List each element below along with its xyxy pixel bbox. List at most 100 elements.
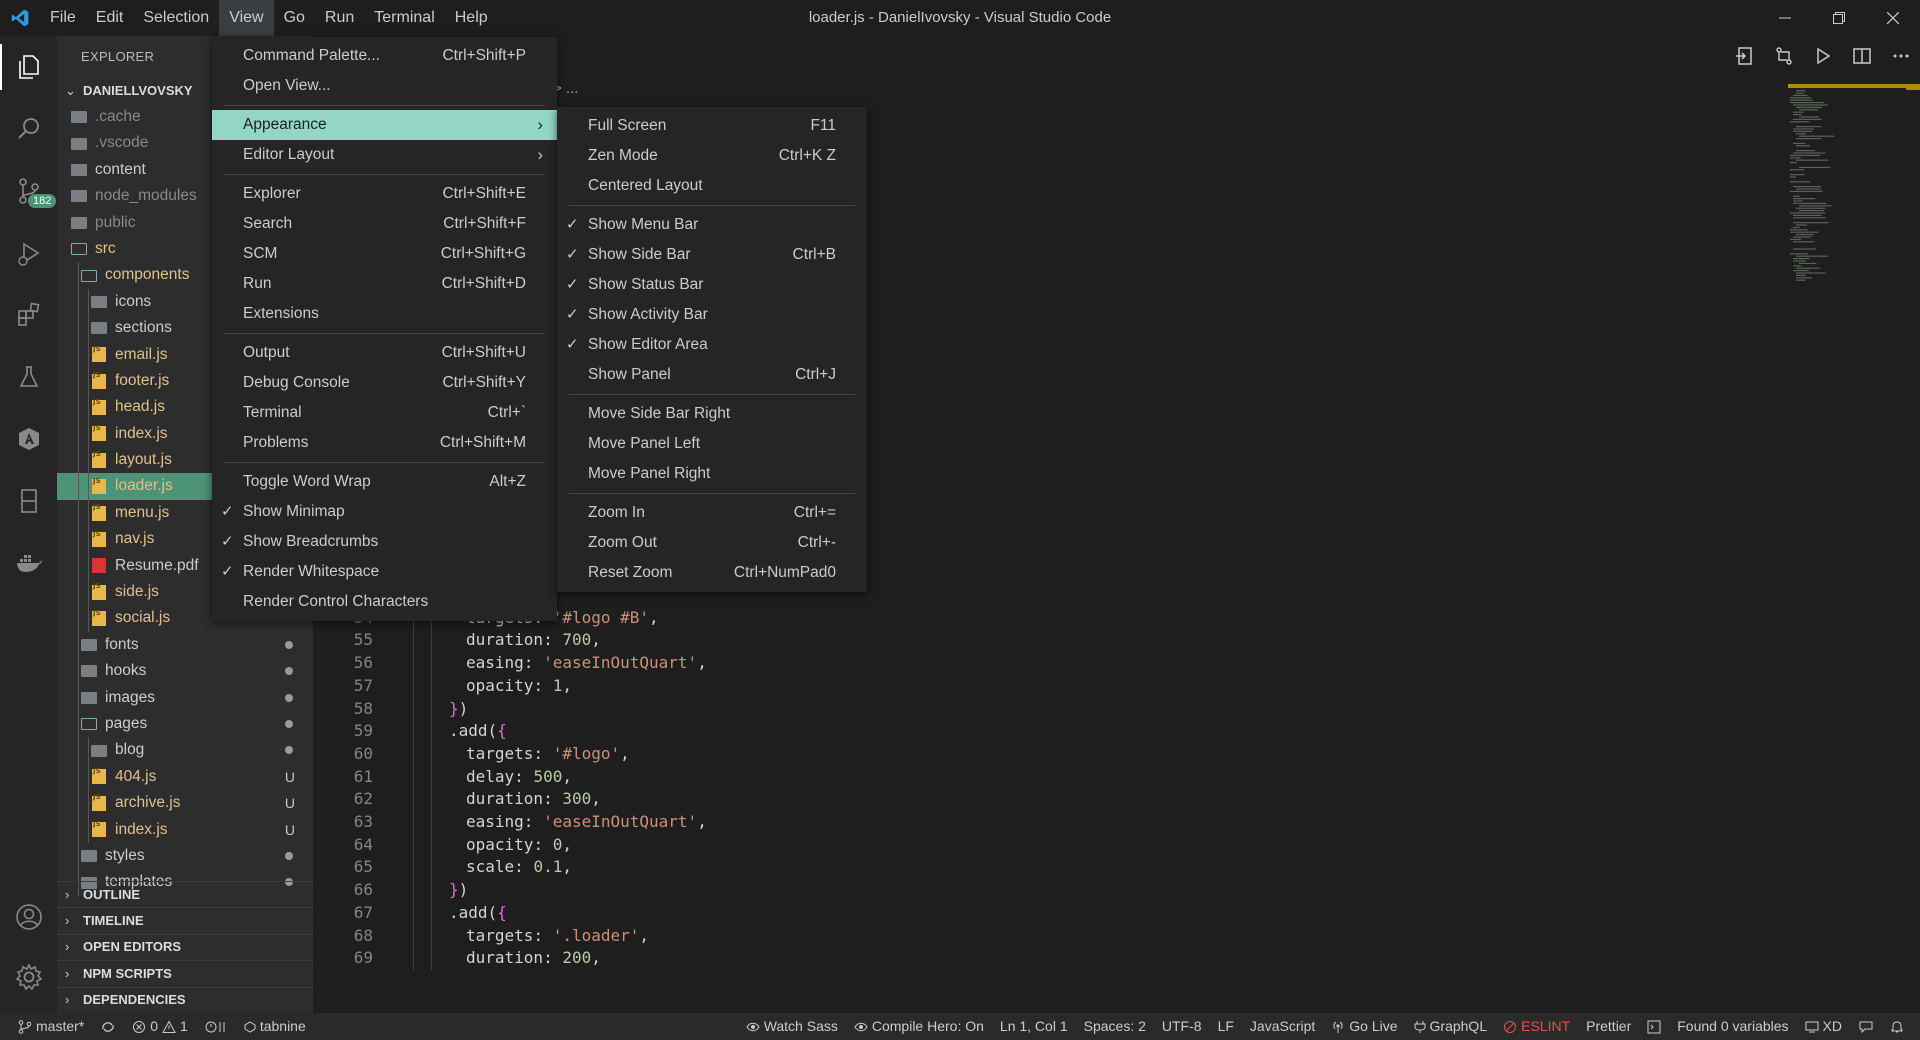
close-button[interactable] xyxy=(1866,0,1920,36)
appearance-item-show-side-bar[interactable]: ✓ Show Side Bar Ctrl+B xyxy=(557,240,867,270)
git-branch[interactable]: master* xyxy=(10,1013,92,1040)
appearance-item-reset-zoom[interactable]: Reset Zoom Ctrl+NumPad0 xyxy=(557,558,867,588)
view-menu-item-command-palette[interactable]: Command Palette... Ctrl+Shift+P xyxy=(212,41,557,71)
tabnine-status[interactable]: tabnine xyxy=(236,1013,314,1040)
accounts-icon[interactable] xyxy=(0,886,57,948)
chevron-right-icon: › xyxy=(65,992,70,1008)
encoding[interactable]: UTF-8 xyxy=(1154,1013,1210,1040)
appearance-item-show-editor-area[interactable]: ✓ Show Editor Area xyxy=(557,330,867,360)
compare-changes-icon[interactable] xyxy=(1764,36,1803,76)
view-menu-item-toggle-word-wrap[interactable]: Toggle Word Wrap Alt+Z xyxy=(212,467,557,497)
appearance-item-move-panel-right[interactable]: Move Panel Right xyxy=(557,459,867,489)
prettier[interactable]: Prettier xyxy=(1578,1013,1639,1040)
menu-selection[interactable]: Selection xyxy=(133,0,219,36)
appearance-item-show-activity-bar[interactable]: ✓ Show Activity Bar xyxy=(557,300,867,330)
view-menu-item-scm[interactable]: SCM Ctrl+Shift+G xyxy=(212,239,557,269)
view-menu-item-output[interactable]: Output Ctrl+Shift+U xyxy=(212,338,557,368)
appearance-item-show-status-bar[interactable]: ✓ Show Status Bar xyxy=(557,270,867,300)
explorer-icon[interactable] xyxy=(0,36,57,98)
feedback-icon[interactable] xyxy=(1850,1013,1882,1040)
section-outline[interactable]: › OUTLINE xyxy=(57,881,313,907)
view-menu-item-extensions[interactable]: Extensions xyxy=(212,299,557,329)
appearance-item-centered-layout[interactable]: Centered Layout xyxy=(557,171,867,201)
view-menu-item-show-minimap[interactable]: ✓ Show Minimap xyxy=(212,497,557,527)
menu-view[interactable]: View xyxy=(219,0,274,36)
view-menu-item-search[interactable]: Search Ctrl+Shift+F xyxy=(212,209,557,239)
timer-icon[interactable] xyxy=(196,1013,236,1040)
language-mode[interactable]: JavaScript xyxy=(1242,1013,1323,1040)
menu-file[interactable]: File xyxy=(40,0,86,36)
sync-icon[interactable] xyxy=(92,1013,124,1040)
appearance-item-show-panel[interactable]: Show Panel Ctrl+J xyxy=(557,360,867,390)
azure-icon[interactable] xyxy=(0,408,57,470)
remote-explorer-icon[interactable] xyxy=(0,470,57,532)
menu-help[interactable]: Help xyxy=(445,0,498,36)
scrollbar-thumb[interactable] xyxy=(1906,84,1920,90)
search-icon[interactable] xyxy=(0,98,57,160)
compile-hero[interactable]: Compile Hero: On xyxy=(846,1013,992,1040)
view-menu-item-appearance[interactable]: Appearance › xyxy=(212,110,557,140)
settings-gear-icon[interactable] xyxy=(0,946,57,1008)
indentation[interactable]: Spaces: 2 xyxy=(1076,1013,1154,1040)
tree-item[interactable]: styles xyxy=(57,842,313,870)
appearance-item-zoom-out[interactable]: Zoom Out Ctrl+- xyxy=(557,528,867,558)
appearance-item-zoom-in[interactable]: Zoom In Ctrl+= xyxy=(557,498,867,528)
problems-indicator[interactable]: 0 1 xyxy=(124,1013,196,1040)
menu-run[interactable]: Run xyxy=(315,0,364,36)
minimize-button[interactable] xyxy=(1758,0,1812,36)
xd-status[interactable]: XD xyxy=(1797,1013,1850,1040)
run-play-icon[interactable] xyxy=(1803,36,1842,76)
go-live[interactable]: Go Live xyxy=(1323,1013,1405,1040)
end-of-line[interactable]: LF xyxy=(1210,1013,1242,1040)
section-dependencies[interactable]: › DEPENDENCIES xyxy=(57,986,313,1013)
docker-icon[interactable] xyxy=(0,532,57,594)
more-actions-icon[interactable] xyxy=(1881,36,1920,76)
tree-item[interactable]: hooks xyxy=(57,658,313,685)
restore-button[interactable] xyxy=(1812,0,1866,36)
view-menu-item-debug-console[interactable]: Debug Console Ctrl+Shift+Y xyxy=(212,368,557,398)
variables-status[interactable]: Found 0 variables xyxy=(1669,1013,1796,1040)
view-menu-item-explorer[interactable]: Explorer Ctrl+Shift+E xyxy=(212,179,557,209)
git-modified-dot xyxy=(285,851,293,860)
tree-item[interactable]: images xyxy=(57,684,313,711)
watch-sass[interactable]: Watch Sass xyxy=(738,1013,846,1040)
view-menu-item-open-view[interactable]: Open View... xyxy=(212,71,557,101)
eslint[interactable]: ESLINT xyxy=(1495,1013,1578,1040)
split-editor-icon[interactable] xyxy=(1842,36,1881,76)
menu-item-label: Appearance xyxy=(243,116,327,133)
tree-item[interactable]: JS index.js U xyxy=(57,816,313,843)
appearance-item-full-screen[interactable]: Full Screen F11 xyxy=(557,111,867,141)
error-count: 0 xyxy=(150,1018,159,1034)
view-menu-item-render-control-characters[interactable]: Render Control Characters xyxy=(212,587,557,617)
view-menu-item-editor-layout[interactable]: Editor Layout › xyxy=(212,140,557,170)
appearance-item-move-side-bar-right[interactable]: Move Side Bar Right xyxy=(557,399,867,429)
testing-flask-icon[interactable] xyxy=(0,346,57,408)
menu-terminal[interactable]: Terminal xyxy=(364,0,444,36)
extensions-icon[interactable] xyxy=(0,284,57,346)
view-menu-item-run[interactable]: Run Ctrl+Shift+D xyxy=(212,269,557,299)
run-debug-icon[interactable] xyxy=(0,222,57,284)
graphql[interactable]: GraphQL xyxy=(1406,1013,1496,1040)
tree-item[interactable]: pages xyxy=(57,710,313,738)
tree-item[interactable]: fonts xyxy=(57,631,313,659)
open-preview-icon[interactable] xyxy=(1725,36,1764,76)
appearance-item-zen-mode[interactable]: Zen Mode Ctrl+K Z xyxy=(557,141,867,171)
view-menu-item-render-whitespace[interactable]: ✓ Render Whitespace xyxy=(212,557,557,587)
view-menu-item-terminal[interactable]: Terminal Ctrl+` xyxy=(212,398,557,428)
section-open-editors[interactable]: › OPEN EDITORS xyxy=(57,933,313,960)
minimap[interactable] xyxy=(1788,88,1898,288)
section-npm-scripts[interactable]: › NPM SCRIPTS xyxy=(57,960,313,986)
source-control-icon[interactable]: 182 xyxy=(0,160,57,222)
appearance-item-move-panel-left[interactable]: Move Panel Left xyxy=(557,429,867,459)
cursor-position[interactable]: Ln 1, Col 1 xyxy=(992,1013,1076,1040)
section-timeline[interactable]: › TIMELINE xyxy=(57,907,313,933)
menu-edit[interactable]: Edit xyxy=(86,0,134,36)
view-menu-item-show-breadcrumbs[interactable]: ✓ Show Breadcrumbs xyxy=(212,527,557,557)
appearance-item-show-menu-bar[interactable]: ✓ Show Menu Bar xyxy=(557,210,867,240)
menu-item-label: Extensions xyxy=(243,305,319,322)
terminal-status-icon[interactable] xyxy=(1639,1013,1669,1040)
menu-separator xyxy=(224,105,545,106)
menu-go[interactable]: Go xyxy=(274,0,315,36)
view-menu-item-problems[interactable]: Problems Ctrl+Shift+M xyxy=(212,428,557,458)
notifications-bell-icon[interactable] xyxy=(1882,1013,1912,1040)
